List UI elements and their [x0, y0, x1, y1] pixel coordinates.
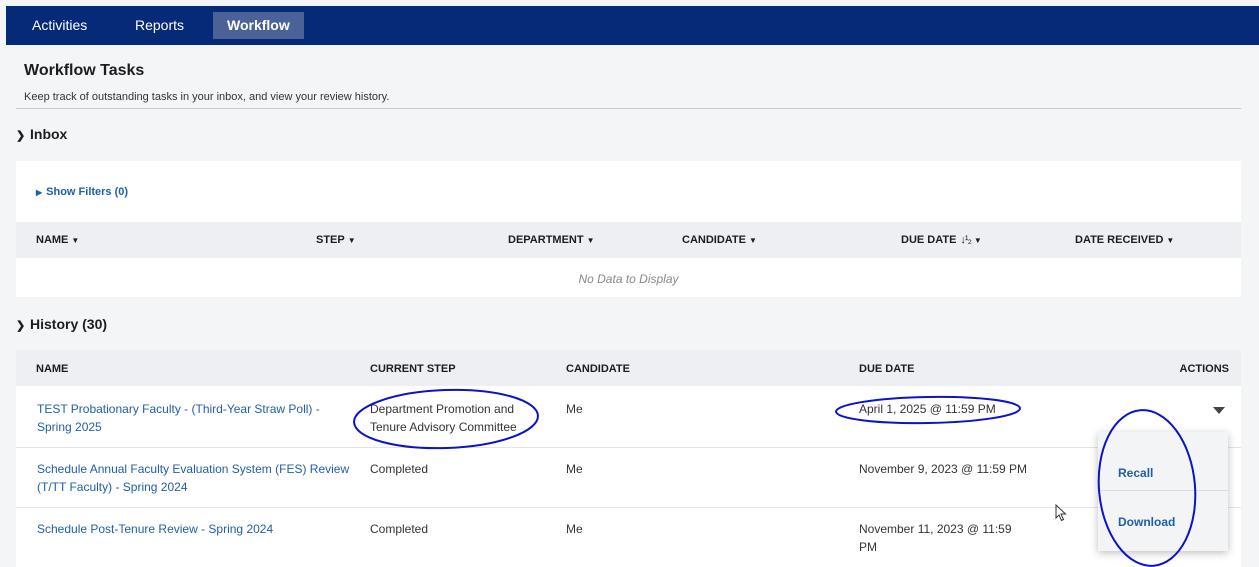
chevron-down-icon: ❯ — [16, 130, 26, 142]
tab-reports[interactable]: Reports — [121, 12, 198, 39]
page-title: Workflow Tasks — [24, 62, 145, 79]
show-filters-label: Show Filters (0) — [46, 186, 129, 198]
row-candidate: Me — [566, 402, 583, 416]
table-row: TEST Probationary Faculty - (Third-Year … — [16, 388, 1241, 448]
row-current-step: Department Promotion and Tenure Advisory… — [370, 402, 517, 434]
inbox-col-step-label: STEP — [316, 234, 345, 246]
recall-menu-item[interactable]: Recall — [1098, 432, 1228, 491]
history-table-header: NAME CURRENT STEP CANDIDATE DUE DATE ACT… — [16, 350, 1241, 386]
caret-down-icon: ▼ — [973, 236, 982, 245]
inbox-col-step[interactable]: STEP ▼ — [316, 234, 356, 246]
row-current-step: Completed — [370, 522, 429, 536]
row-current-step: Completed — [370, 462, 429, 476]
inbox-col-department-label: DEPARTMENT — [508, 234, 584, 246]
row-candidate: Me — [566, 522, 583, 536]
download-menu-item[interactable]: Download — [1098, 492, 1228, 551]
inbox-panel: ▶ Show Filters (0) NAME ▼ STEP ▼ DEPARTMENT… — [16, 161, 1241, 297]
history-col-candidate: CANDIDATE — [566, 363, 630, 375]
inbox-col-name-label: NAME — [36, 234, 69, 246]
inbox-table-header: NAME ▼ STEP ▼ DEPARTMENT ▼ CANDIDATE ▼ DUE D… — [16, 222, 1241, 258]
history-col-name: NAME — [36, 363, 69, 375]
row-candidate: Me — [566, 462, 583, 476]
caret-down-icon: ▼ — [1166, 236, 1175, 245]
row-name-cell: TEST Probationary Faculty - (Third-Year … — [37, 400, 352, 436]
mouse-cursor-icon — [1055, 504, 1067, 522]
row-actions-toggle-icon[interactable] — [1213, 407, 1225, 414]
history-col-current-step: CURRENT STEP — [370, 363, 456, 375]
row-name-cell: Schedule Post-Tenure Review - Spring 202… — [37, 520, 352, 538]
chevron-down-icon: ❯ — [16, 320, 26, 332]
task-link[interactable]: Schedule Post-Tenure Review - Spring 202… — [37, 522, 273, 536]
caret-down-icon: ▼ — [347, 236, 356, 245]
inbox-col-date-received[interactable]: DATE RECEIVED ▼ — [1075, 234, 1174, 246]
inbox-heading: Inbox — [30, 126, 68, 142]
caret-down-icon: ▼ — [586, 236, 595, 245]
tab-activities[interactable]: Activities — [18, 12, 101, 39]
inbox-empty-message: No Data to Display — [578, 272, 679, 286]
history-col-actions: ACTIONS — [1179, 363, 1230, 375]
history-col-due-date: DUE DATE — [859, 363, 915, 375]
task-link[interactable]: Schedule Annual Faculty Evaluation Syste… — [37, 462, 349, 494]
history-section-toggle[interactable]: ❯ History (30) — [16, 316, 107, 332]
tab-workflow[interactable]: Workflow — [213, 12, 304, 39]
inbox-section-toggle[interactable]: ❯ Inbox — [16, 126, 67, 142]
table-row: Schedule Annual Faculty Evaluation Syste… — [16, 449, 1241, 508]
row-name-cell: Schedule Annual Faculty Evaluation Syste… — [37, 460, 352, 496]
caret-down-icon: ▼ — [748, 236, 757, 245]
task-link[interactable]: TEST Probationary Faculty - (Third-Year … — [37, 402, 320, 434]
actions-dropdown-menu: Recall Download — [1098, 432, 1228, 551]
history-heading: History (30) — [30, 316, 108, 332]
inbox-col-due-date[interactable]: DUE DATE ↓¹₂ ▼ — [901, 234, 982, 246]
inbox-col-date-received-label: DATE RECEIVED — [1075, 234, 1164, 246]
page-subtitle: Keep track of outstanding tasks in your … — [24, 91, 390, 103]
inbox-col-department[interactable]: DEPARTMENT ▼ — [508, 234, 595, 246]
show-filters-link[interactable]: ▶ Show Filters (0) — [36, 186, 128, 198]
triangle-right-icon: ▶ — [36, 188, 43, 197]
inbox-col-name[interactable]: NAME ▼ — [36, 234, 79, 246]
inbox-col-candidate-label: CANDIDATE — [682, 234, 746, 246]
header-divider — [16, 108, 1241, 109]
inbox-col-candidate[interactable]: CANDIDATE ▼ — [682, 234, 757, 246]
row-due-date: April 1, 2025 @ 11:59 PM — [859, 402, 996, 416]
row-due-date: November 9, 2023 @ 11:59 PM — [859, 462, 1028, 476]
caret-down-icon: ▼ — [71, 236, 80, 245]
top-nav-bar: Activities Reports Workflow — [6, 6, 1259, 45]
inbox-col-due-date-label: DUE DATE — [901, 234, 957, 246]
sort-ascending-icon: ↓¹₂ — [960, 234, 971, 246]
row-due-date: November 11, 2023 @ 11:59 PM — [859, 522, 1012, 554]
history-panel: NAME CURRENT STEP CANDIDATE DUE DATE ACT… — [16, 350, 1241, 567]
